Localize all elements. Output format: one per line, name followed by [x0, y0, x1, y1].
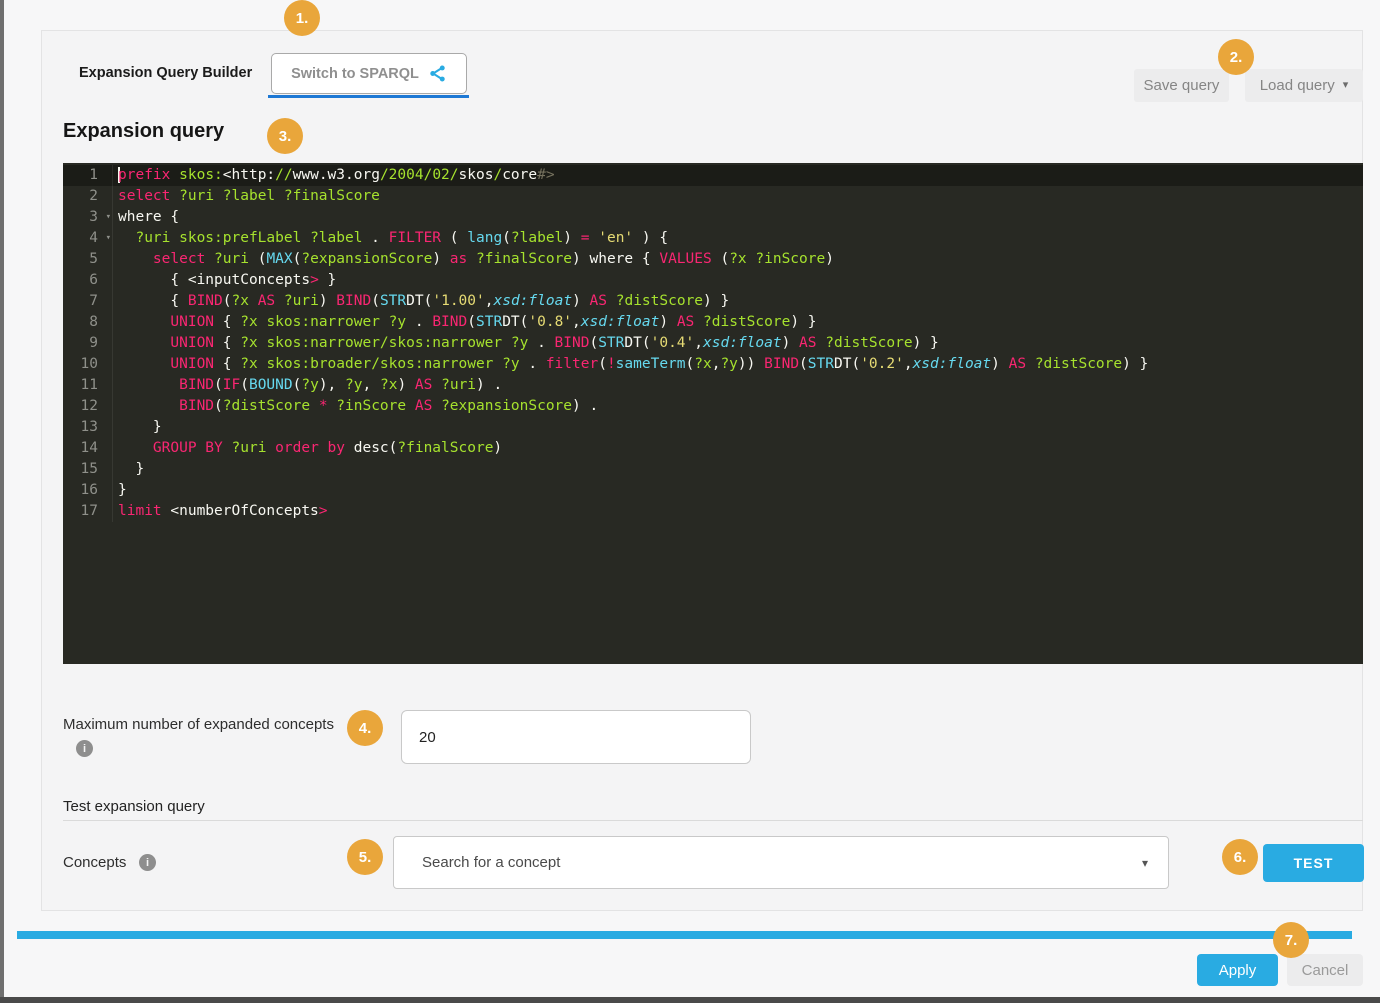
load-query-label: Load query	[1260, 77, 1335, 94]
line-number: 12	[63, 396, 113, 417]
code-text: BIND(?distScore * ?inScore AS ?expansion…	[113, 396, 598, 417]
code-line-4[interactable]: 4▾ ?uri skos:prefLabel ?label . FILTER (…	[63, 228, 1363, 249]
sparql-code-editor[interactable]: 1prefix skos:<http://www.w3.org/2004/02/…	[63, 163, 1363, 664]
window-bottom-border	[0, 997, 1380, 1003]
code-line-11[interactable]: 11 BIND(IF(BOUND(?y), ?y, ?x) AS ?uri) .	[63, 375, 1363, 396]
code-text: BIND(IF(BOUND(?y), ?y, ?x) AS ?uri) .	[113, 375, 502, 396]
code-line-12[interactable]: 12 BIND(?distScore * ?inScore AS ?expans…	[63, 396, 1363, 417]
line-number: 5	[63, 249, 113, 270]
line-number: 15	[63, 459, 113, 480]
switch-to-sparql-label: Switch to SPARQL	[291, 66, 419, 82]
concept-search-select[interactable]: ▾	[393, 836, 1169, 889]
code-line-2[interactable]: 2select ?uri ?label ?finalScore	[63, 186, 1363, 207]
code-editor-lines: 1prefix skos:<http://www.w3.org/2004/02/…	[63, 165, 1363, 522]
switch-to-sparql-button[interactable]: Switch to SPARQL	[271, 53, 467, 94]
chevron-down-icon[interactable]: ▾	[1142, 856, 1168, 870]
line-number: 4▾	[63, 228, 113, 249]
line-number: 8	[63, 312, 113, 333]
code-line-15[interactable]: 15 }	[63, 459, 1363, 480]
line-number: 14	[63, 438, 113, 459]
annotation-badge-5: 5.	[347, 839, 383, 875]
line-number: 10	[63, 354, 113, 375]
code-text: }	[113, 480, 127, 501]
fold-arrow-icon[interactable]: ▾	[106, 207, 111, 228]
code-line-13[interactable]: 13 }	[63, 417, 1363, 438]
info-icon[interactable]: i	[139, 854, 156, 871]
line-number: 11	[63, 375, 113, 396]
window-left-border	[0, 0, 4, 1003]
code-line-17[interactable]: 17limit <numberOfConcepts>	[63, 501, 1363, 522]
footer-accent-bar	[17, 931, 1352, 939]
code-text: ?uri skos:prefLabel ?label . FILTER ( la…	[113, 228, 668, 249]
save-query-label: Save query	[1144, 77, 1220, 94]
info-icon[interactable]: i	[76, 740, 93, 757]
annotation-badge-2: 2.	[1218, 39, 1254, 75]
code-line-1[interactable]: 1prefix skos:<http://www.w3.org/2004/02/…	[63, 165, 1363, 186]
expansion-query-heading: Expansion query	[63, 120, 224, 143]
line-number: 17	[63, 501, 113, 522]
line-number: 2	[63, 186, 113, 207]
active-tab-underline	[268, 95, 469, 98]
code-line-5[interactable]: 5 select ?uri (MAX(?expansionScore) as ?…	[63, 249, 1363, 270]
code-text: UNION { ?x skos:narrower ?y . BIND(STRDT…	[113, 312, 817, 333]
code-line-10[interactable]: 10 UNION { ?x skos:broader/skos:narrower…	[63, 354, 1363, 375]
code-text: { <inputConcepts> }	[113, 270, 336, 291]
line-number: 6	[63, 270, 113, 291]
expansion-query-builder-window: Expansion Query Builder Switch to SPARQL…	[0, 0, 1380, 1003]
line-number: 9	[63, 333, 113, 354]
line-number: 3▾	[63, 207, 113, 228]
load-query-button[interactable]: Load query ▾	[1245, 69, 1363, 102]
code-text: { BIND(?x AS ?uri) BIND(STRDT('1.00',xsd…	[113, 291, 729, 312]
builder-title: Expansion Query Builder	[79, 65, 252, 81]
test-section-heading: Test expansion query	[63, 798, 205, 815]
code-line-9[interactable]: 9 UNION { ?x skos:narrower/skos:narrower…	[63, 333, 1363, 354]
share-icon	[428, 64, 447, 83]
code-text: GROUP BY ?uri order by desc(?finalScore)	[113, 438, 502, 459]
section-divider	[63, 820, 1363, 821]
annotation-badge-3: 3.	[267, 118, 303, 154]
code-text: where {	[113, 207, 179, 228]
concepts-label: Concepts	[63, 854, 126, 871]
annotation-badge-7: 7.	[1273, 922, 1309, 958]
max-concepts-label: Maximum number of expanded concepts	[63, 716, 334, 733]
line-number: 1	[63, 165, 113, 186]
fold-arrow-icon[interactable]: ▾	[106, 228, 111, 249]
code-line-8[interactable]: 8 UNION { ?x skos:narrower ?y . BIND(STR…	[63, 312, 1363, 333]
apply-button[interactable]: Apply	[1197, 954, 1278, 986]
test-button[interactable]: TEST	[1263, 844, 1364, 882]
cancel-button[interactable]: Cancel	[1287, 954, 1363, 986]
code-line-16[interactable]: 16}	[63, 480, 1363, 501]
code-text: }	[113, 417, 162, 438]
code-line-14[interactable]: 14 GROUP BY ?uri order by desc(?finalSco…	[63, 438, 1363, 459]
line-number: 7	[63, 291, 113, 312]
code-line-6[interactable]: 6 { <inputConcepts> }	[63, 270, 1363, 291]
max-concepts-input[interactable]	[401, 710, 751, 764]
code-line-7[interactable]: 7 { BIND(?x AS ?uri) BIND(STRDT('1.00',x…	[63, 291, 1363, 312]
concept-search-input[interactable]	[394, 854, 1142, 871]
annotation-badge-6: 6.	[1222, 839, 1258, 875]
chevron-down-icon: ▾	[1343, 80, 1349, 91]
code-text: limit <numberOfConcepts>	[113, 501, 328, 522]
annotation-badge-1: 1.	[284, 0, 320, 36]
code-text: select ?uri (MAX(?expansionScore) as ?fi…	[113, 249, 834, 270]
code-text: UNION { ?x skos:broader/skos:narrower ?y…	[113, 354, 1148, 375]
line-number: 13	[63, 417, 113, 438]
code-text: }	[113, 459, 144, 480]
builder-card: Expansion Query Builder Switch to SPARQL…	[41, 30, 1363, 911]
code-text: UNION { ?x skos:narrower/skos:narrower ?…	[113, 333, 939, 354]
code-text: select ?uri ?label ?finalScore	[113, 186, 380, 207]
code-line-3[interactable]: 3▾where {	[63, 207, 1363, 228]
code-text: prefix skos:<http://www.w3.org/2004/02/s…	[113, 165, 555, 186]
annotation-badge-4: 4.	[347, 710, 383, 746]
save-query-button[interactable]: Save query	[1134, 69, 1229, 102]
line-number: 16	[63, 480, 113, 501]
